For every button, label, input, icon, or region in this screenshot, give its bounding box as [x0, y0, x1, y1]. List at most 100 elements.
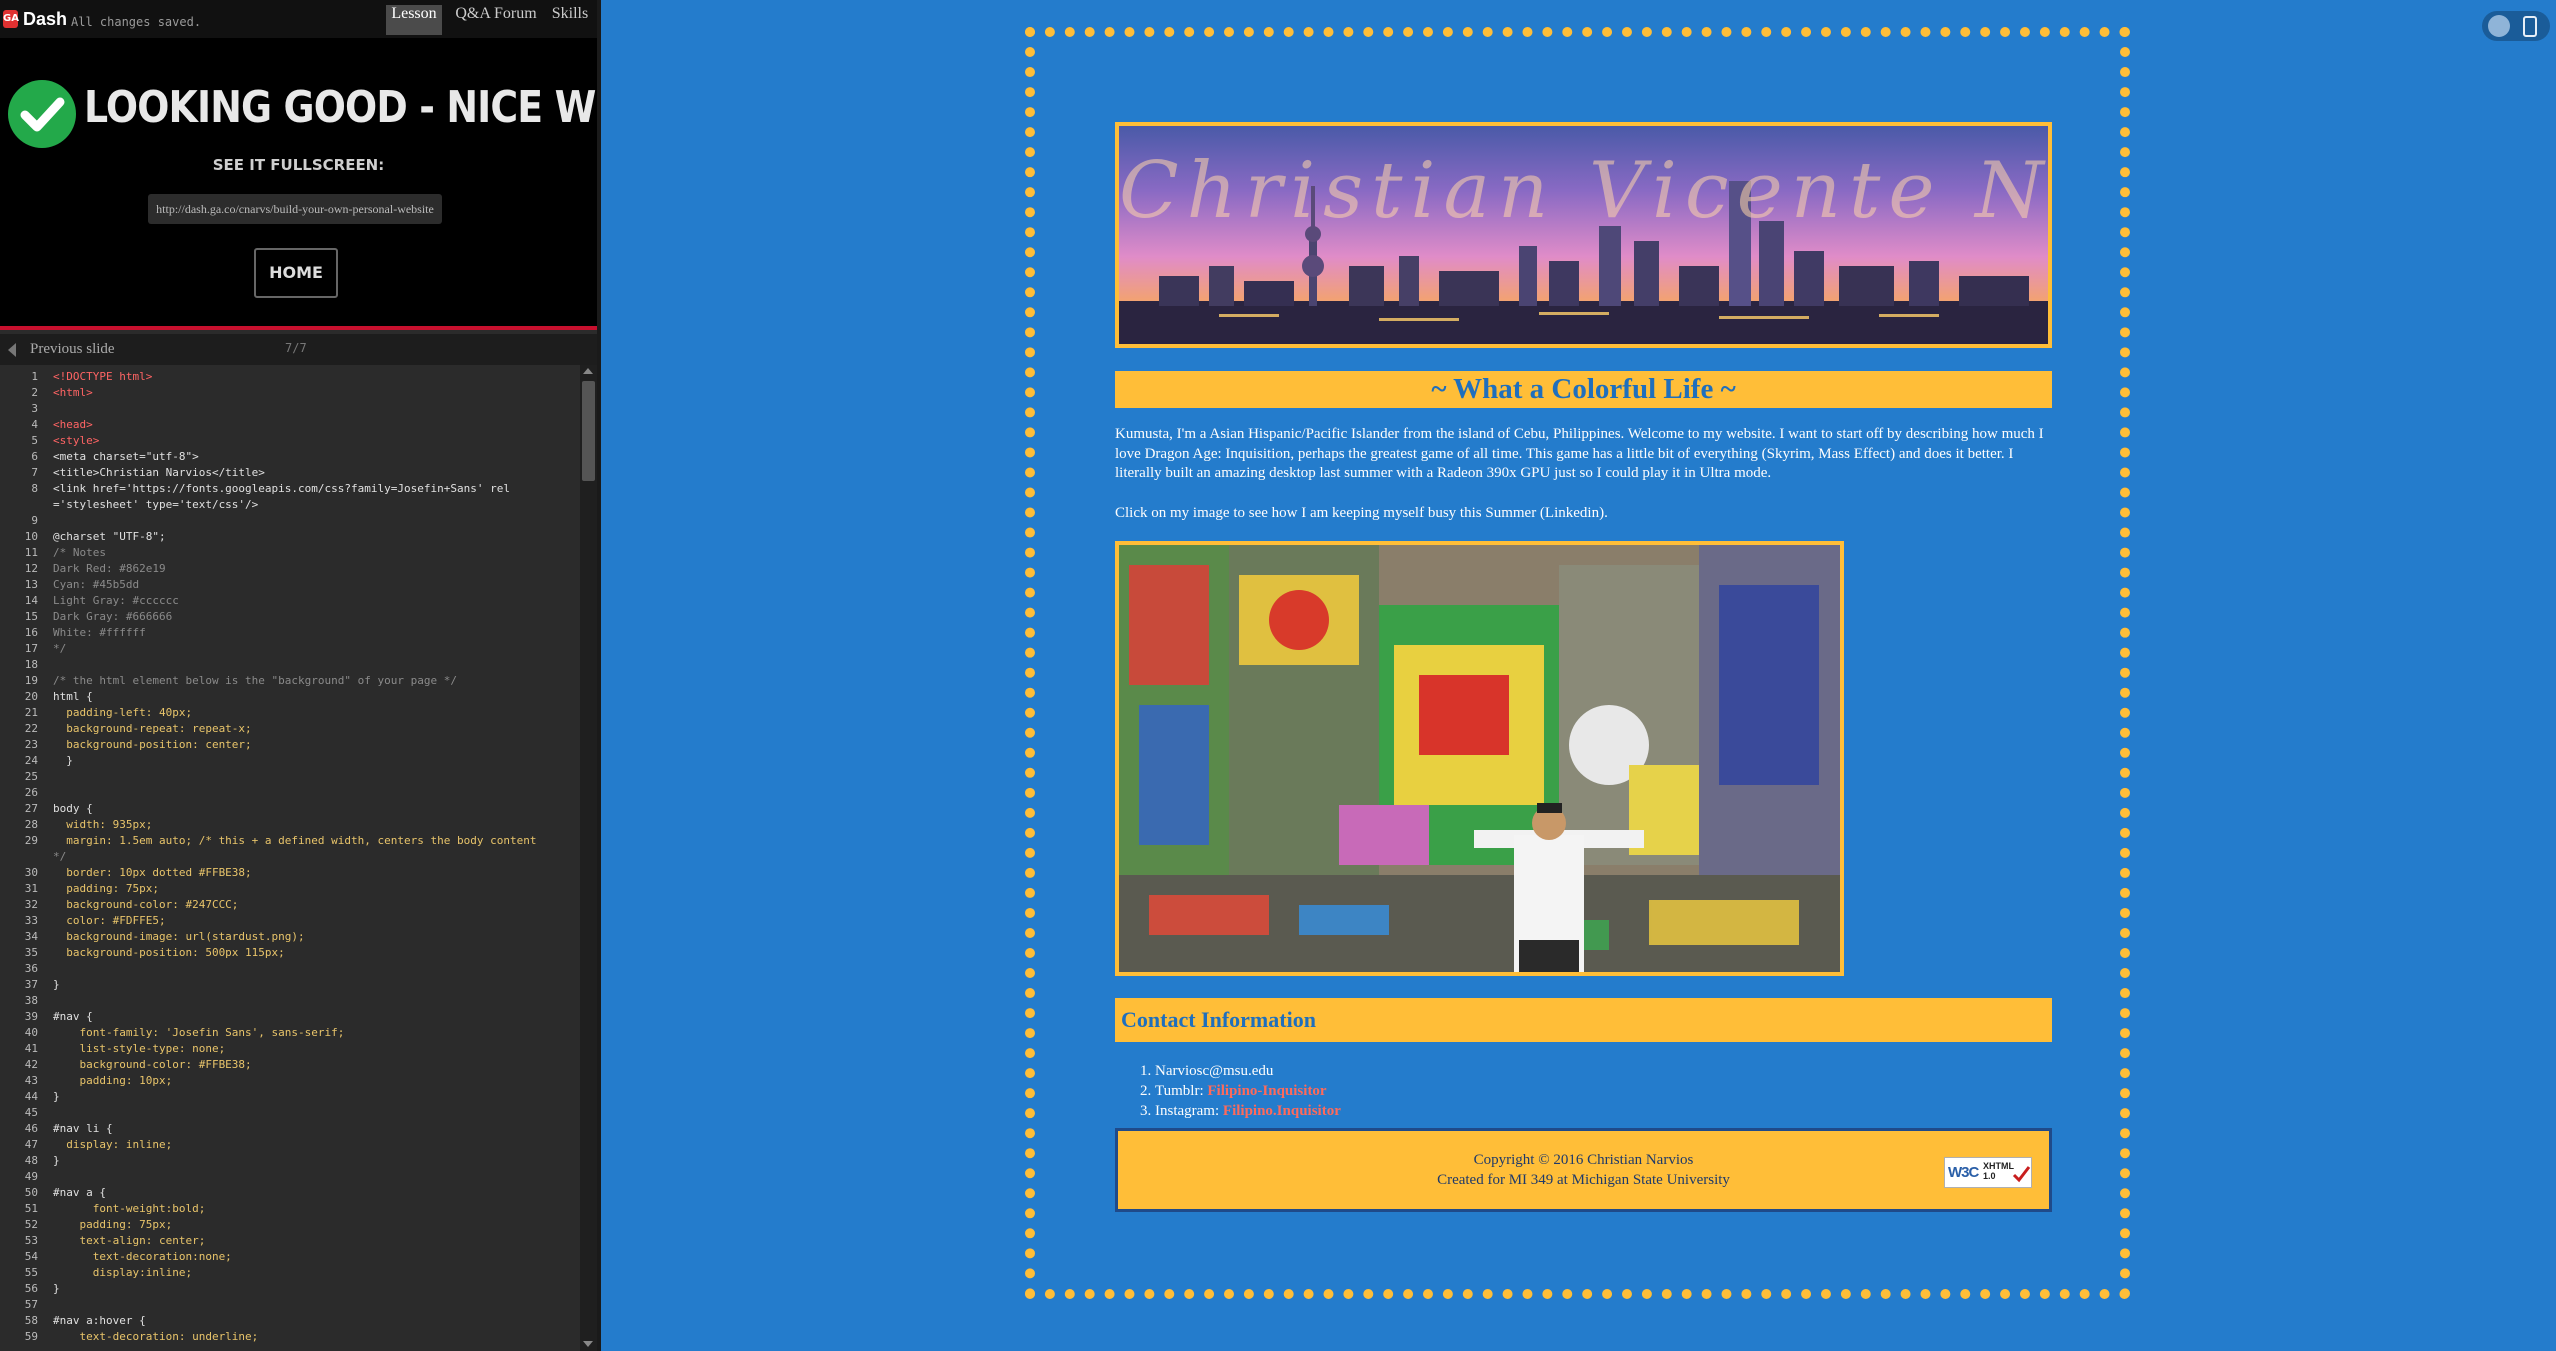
- header-banner: Christian Vicente Narvios: [1115, 122, 2052, 348]
- code-line[interactable]: 20 html {: [0, 689, 580, 705]
- code-line[interactable]: 7 <title>Christian Narvios</title>: [0, 465, 580, 481]
- code-line[interactable]: 9: [0, 513, 580, 529]
- code-line[interactable]: 24 }: [0, 753, 580, 769]
- line-number: 24: [24, 754, 38, 767]
- code-line[interactable]: 11 /* Notes: [0, 545, 580, 561]
- code-line[interactable]: ='stylesheet' type='text/css'/>: [0, 497, 580, 513]
- code-text: <style>: [53, 434, 100, 447]
- code-line[interactable]: */: [0, 849, 580, 865]
- code-line[interactable]: 10 @charset "UTF-8";: [0, 529, 580, 545]
- code-line[interactable]: 30 border: 10px dotted #FFBE38;: [0, 865, 580, 881]
- line-number: 41: [24, 1042, 38, 1055]
- device-toggle[interactable]: [2482, 11, 2550, 41]
- code-line[interactable]: 43 padding: 10px;: [0, 1073, 580, 1089]
- code-line[interactable]: 34 background-image: url(stardust.png);: [0, 929, 580, 945]
- code-line[interactable]: 59 text-decoration: underline;: [0, 1329, 580, 1345]
- code-line[interactable]: 13 Cyan: #45b5dd: [0, 577, 580, 593]
- code-line[interactable]: 19 /* the html element below is the "back…: [0, 673, 580, 689]
- tab-skills[interactable]: Skills: [548, 5, 592, 35]
- app-title[interactable]: Dash: [23, 9, 67, 30]
- code-line[interactable]: 33 color: #FDFFE5;: [0, 913, 580, 929]
- code-line[interactable]: 51 font-weight:bold;: [0, 1201, 580, 1217]
- code-text: <head>: [53, 418, 93, 431]
- graffiti-photo-link[interactable]: [1115, 541, 1844, 976]
- code-line[interactable]: 16 White: #ffffff: [0, 625, 580, 641]
- site-footer: Copyright © 2016 Christian Narvios Creat…: [1115, 1128, 2052, 1212]
- previous-slide-link[interactable]: Previous slide: [30, 341, 115, 358]
- w3c-xhtml-badge[interactable]: W3C XHTML 1.0: [1944, 1157, 2032, 1188]
- code-line[interactable]: 35 background-position: 500px 115px;: [0, 945, 580, 961]
- previous-arrow-icon[interactable]: [8, 343, 16, 357]
- line-number: 23: [24, 738, 38, 751]
- code-line[interactable]: 48}: [0, 1153, 580, 1169]
- code-line[interactable]: 21 padding-left: 40px;: [0, 705, 580, 721]
- code-line[interactable]: 17 */: [0, 641, 580, 657]
- code-line[interactable]: 6 <meta charset="utf-8">: [0, 449, 580, 465]
- code-text: display:inline;: [53, 1266, 193, 1279]
- code-line[interactable]: 18: [0, 657, 580, 673]
- code-line[interactable]: 14 Light Gray: #cccccc: [0, 593, 580, 609]
- code-line[interactable]: 53 text-align: center;: [0, 1233, 580, 1249]
- code-line[interactable]: 54 text-decoration:none;: [0, 1249, 580, 1265]
- code-line[interactable]: 47 display: inline;: [0, 1137, 580, 1153]
- code-line[interactable]: 32 background-color: #247CCC;: [0, 897, 580, 913]
- scroll-down-icon[interactable]: [583, 1341, 593, 1347]
- code-line[interactable]: 49: [0, 1169, 580, 1185]
- code-line[interactable]: 58 #nav a:hover {: [0, 1313, 580, 1329]
- code-line[interactable]: 41 list-style-type: none;: [0, 1041, 580, 1057]
- code-line[interactable]: 36: [0, 961, 580, 977]
- home-button[interactable]: HOME: [254, 248, 338, 298]
- code-line[interactable]: 31 padding: 75px;: [0, 881, 580, 897]
- code-line[interactable]: 46 #nav li {: [0, 1121, 580, 1137]
- code-line[interactable]: 3: [0, 401, 580, 417]
- code-line[interactable]: 38: [0, 993, 580, 1009]
- code-line[interactable]: 1 <!DOCTYPE html>: [0, 369, 580, 385]
- code-text: text-align: center;: [53, 1234, 206, 1247]
- success-heading: LOOKING GOOD - NICE WORK!: [84, 82, 597, 133]
- code-line[interactable]: 27 body {: [0, 801, 580, 817]
- code-line[interactable]: 5 <style>: [0, 433, 580, 449]
- tumblr-link[interactable]: Filipino-Inquisitor: [1207, 1083, 1326, 1099]
- code-line[interactable]: 44}: [0, 1089, 580, 1105]
- tab-qa-forum[interactable]: Q&A Forum: [452, 5, 540, 35]
- code-text: <meta charset="utf-8">: [53, 450, 199, 463]
- code-line[interactable]: 52 padding: 75px;: [0, 1217, 580, 1233]
- code-line[interactable]: 2 <html>: [0, 385, 580, 401]
- code-line[interactable]: 29 margin: 1.5em auto; /* this + a defin…: [0, 833, 580, 849]
- code-line[interactable]: 8 <link href='https://fonts.googleapis.co…: [0, 481, 580, 497]
- line-number: 36: [24, 962, 38, 975]
- code-line[interactable]: 15 Dark Gray: #666666: [0, 609, 580, 625]
- desktop-view-icon[interactable]: [2488, 15, 2510, 37]
- line-number: 45: [24, 1106, 38, 1119]
- code-line[interactable]: 26: [0, 785, 580, 801]
- code-line[interactable]: 28 width: 935px;: [0, 817, 580, 833]
- code-line[interactable]: 37}: [0, 977, 580, 993]
- slide-counter: 7/7: [285, 341, 307, 355]
- code-text: #nav a {: [53, 1186, 106, 1199]
- instagram-link[interactable]: Filipino.Inquisitor: [1223, 1103, 1341, 1119]
- line-number: 7: [31, 466, 38, 479]
- scroll-thumb[interactable]: [582, 381, 595, 481]
- code-line[interactable]: 55 display:inline;: [0, 1265, 580, 1281]
- ga-logo[interactable]: GA: [3, 10, 19, 28]
- code-line[interactable]: 42 background-color: #FFBE38;: [0, 1057, 580, 1073]
- code-line[interactable]: 12 Dark Red: #862e19: [0, 561, 580, 577]
- editor-scrollbar[interactable]: [580, 365, 597, 1351]
- scroll-up-icon[interactable]: [583, 368, 593, 374]
- code-line[interactable]: 23 background-position: center;: [0, 737, 580, 753]
- tagline-heading: ~ What a Colorful Life ~: [1115, 371, 2052, 408]
- line-number: 59: [24, 1330, 38, 1343]
- code-line[interactable]: 22 background-repeat: repeat-x;: [0, 721, 580, 737]
- code-line[interactable]: 50 #nav a {: [0, 1185, 580, 1201]
- fullscreen-url-field[interactable]: http://dash.ga.co/cnarvs/build-your-own-…: [148, 194, 442, 224]
- code-line[interactable]: 56}: [0, 1281, 580, 1297]
- code-line[interactable]: 45: [0, 1105, 580, 1121]
- code-line[interactable]: 57: [0, 1297, 580, 1313]
- code-line[interactable]: 39 #nav {: [0, 1009, 580, 1025]
- code-line[interactable]: 25: [0, 769, 580, 785]
- tab-lesson[interactable]: Lesson: [386, 5, 442, 35]
- code-editor[interactable]: 1 <!DOCTYPE html> 2 <html> 3 4 <head> 5 <style> 6…: [0, 365, 597, 1351]
- code-line[interactable]: 40 font-family: 'Josefin Sans', sans-ser…: [0, 1025, 580, 1041]
- code-line[interactable]: 4 <head>: [0, 417, 580, 433]
- mobile-view-icon[interactable]: [2523, 16, 2537, 37]
